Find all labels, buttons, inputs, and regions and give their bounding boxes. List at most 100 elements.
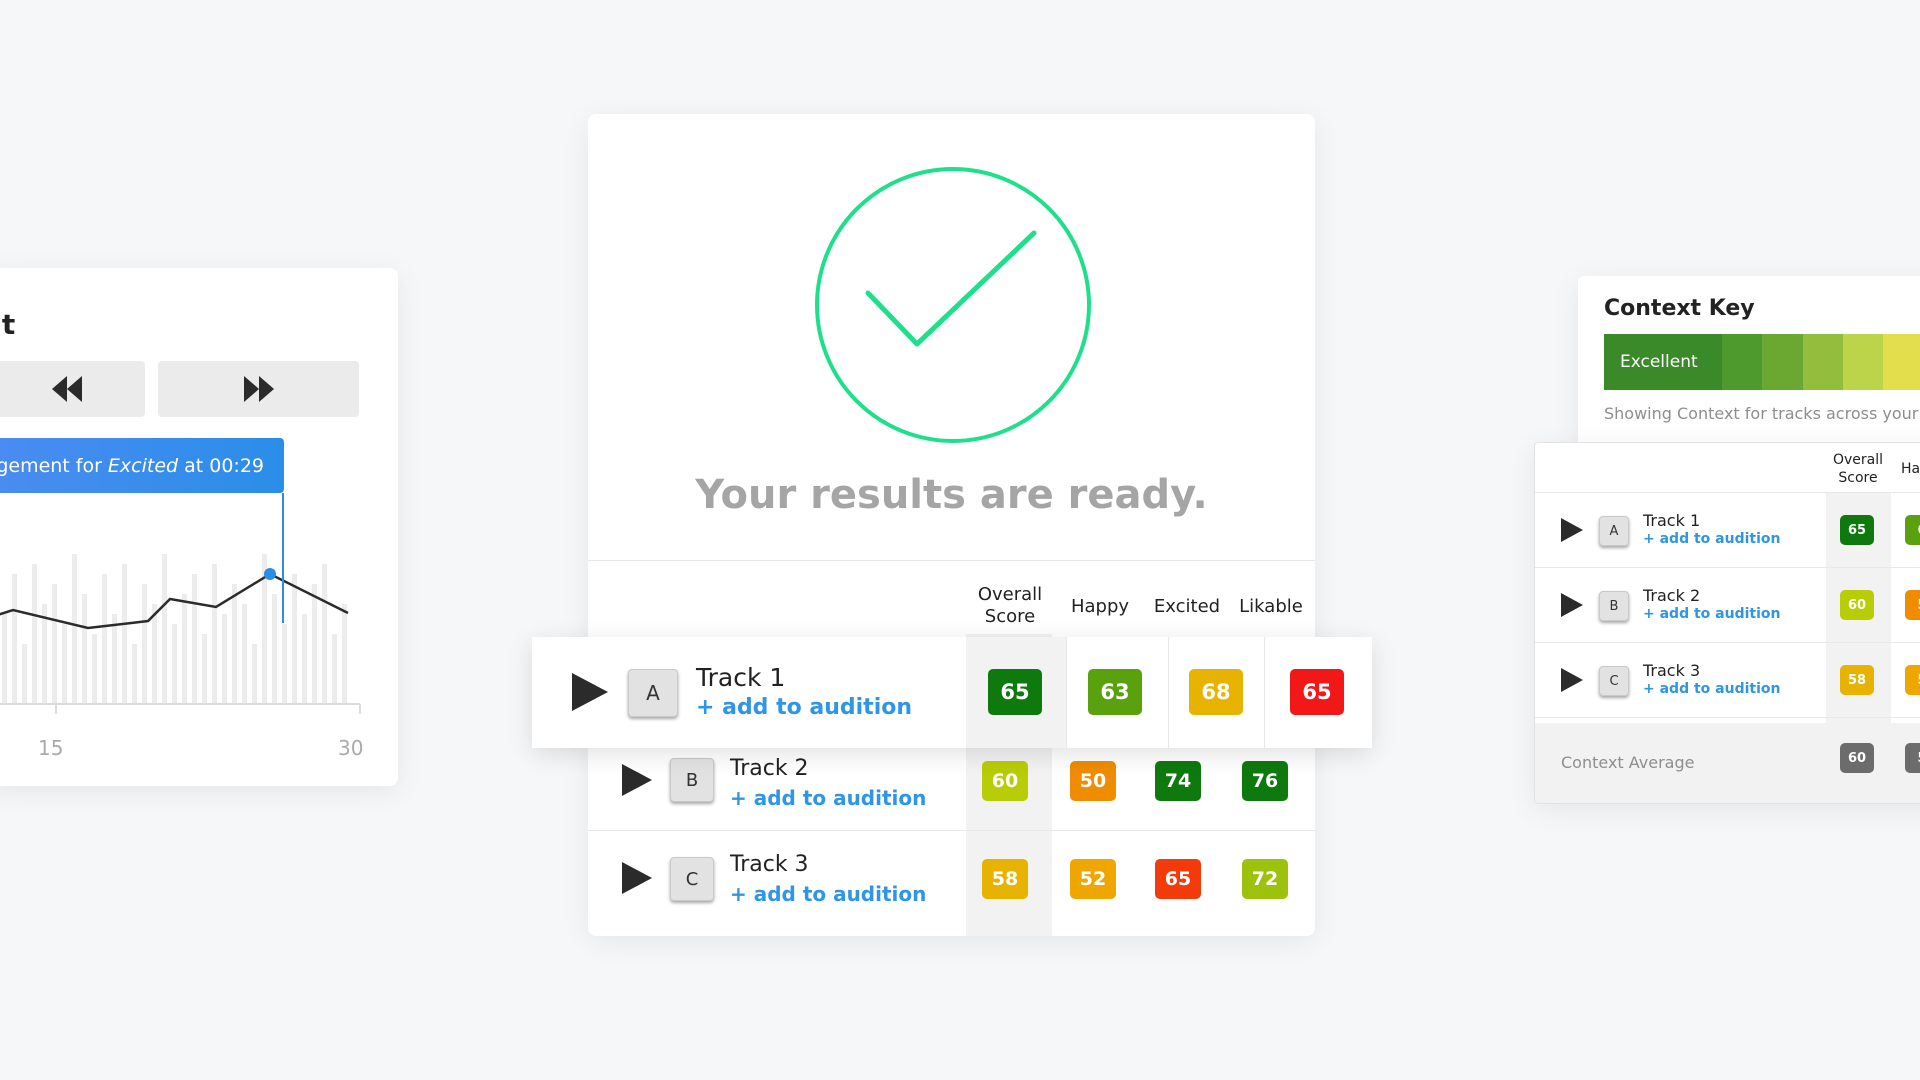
score-badge: 6 (1905, 515, 1920, 545)
engagement-title: nt (0, 308, 16, 341)
waveform-bar (172, 624, 177, 704)
column-separator (1168, 637, 1169, 748)
waveform-bar (22, 644, 27, 704)
rewind-button[interactable] (0, 361, 145, 417)
x-tick-label: 15 (38, 736, 64, 760)
x-tick-label: 30 (338, 736, 364, 760)
add-to-audition-link[interactable]: + add to audition (696, 695, 912, 720)
add-to-audition-link[interactable]: + add to audition (1643, 606, 1780, 622)
waveform-bar (12, 574, 17, 704)
play-icon[interactable] (622, 862, 652, 894)
track-name: Track 2 (730, 756, 809, 781)
track-name: Track 3 (730, 852, 809, 877)
score-badge: 65 (988, 669, 1042, 715)
context-table-card: Overall Score Ha Context Average A Track … (1534, 442, 1920, 804)
column-header-overall: Overall Score (977, 584, 1043, 627)
score-badge: 68 (1189, 669, 1243, 715)
waveform-bar (132, 644, 137, 704)
divider (588, 560, 1315, 561)
waveform-bar (82, 594, 87, 704)
add-to-audition-link[interactable]: + add to audition (730, 786, 926, 810)
add-to-audition-link[interactable]: + add to audition (1643, 681, 1780, 697)
score-badge: 60 (1840, 743, 1874, 773)
tooltip-suffix: at 00:29 (184, 454, 264, 477)
score-badge: 58 (1840, 665, 1874, 695)
track-name: Track 3 (1643, 661, 1701, 680)
score-badge: 74 (1155, 761, 1201, 801)
track-letter-badge: A (1599, 516, 1629, 546)
score-badge: 50 (1070, 761, 1116, 801)
score-badge: 76 (1242, 761, 1288, 801)
track-name: Track 2 (1643, 586, 1701, 605)
waveform-bar (302, 614, 307, 704)
context-caption: Showing Context for tracks across your c… (1604, 404, 1920, 423)
tooltip-emotion: Excited (107, 454, 179, 477)
waveform-bar (202, 634, 207, 704)
waveform-bar (122, 564, 127, 704)
scale-segment (1802, 334, 1843, 390)
waveform-bar (62, 624, 67, 704)
engagement-point (264, 568, 276, 580)
waveform-bar (232, 584, 237, 704)
track-name: Track 1 (696, 663, 786, 692)
score-badge: 72 (1242, 859, 1288, 899)
track-letter-badge: B (1599, 591, 1629, 621)
score-badge: 58 (982, 859, 1028, 899)
column-separator (1264, 637, 1265, 748)
waveform-bar (102, 574, 107, 704)
waveform-bar (342, 604, 347, 704)
waveform-bar (72, 554, 77, 704)
score-badge: 5 (1905, 743, 1920, 773)
waveform-bar (2, 614, 7, 704)
results-title: Your results are ready. (695, 472, 1208, 518)
column-header-happy: Happy (1070, 596, 1130, 617)
column-separator (1066, 637, 1067, 748)
context-key-card: Context Key Excellent Showing Context fo… (1578, 276, 1920, 456)
scale-segment (1722, 334, 1763, 390)
waveform-bar (272, 594, 277, 704)
row-divider (1535, 567, 1920, 568)
waveform-bar (292, 574, 297, 704)
waveform-bar (322, 564, 327, 704)
play-icon[interactable] (1561, 593, 1583, 617)
waveform-bar (312, 584, 317, 704)
engagement-panel: nt gagement for Excited at 00:29 15 30 (0, 268, 398, 786)
add-to-audition-link[interactable]: + add to audition (1643, 531, 1780, 547)
waveform-bar (212, 564, 217, 704)
waveform-bar (332, 634, 337, 704)
score-badge: 5 (1905, 590, 1920, 620)
column-header-likable: Likable (1239, 596, 1303, 617)
context-average-label: Context Average (1561, 753, 1695, 772)
waveform-bar (192, 574, 197, 704)
waveform-bar (252, 644, 257, 704)
track-letter-badge: C (1599, 666, 1629, 696)
waveform-bar (182, 594, 187, 704)
column-header-overall: Overall Score (1832, 452, 1884, 486)
play-icon[interactable] (572, 673, 608, 711)
track-letter-badge: C (670, 857, 714, 901)
track-letter-badge: A (628, 669, 678, 717)
score-badge: 65 (1155, 859, 1201, 899)
column-header-happy: Ha (1901, 461, 1920, 477)
rewind-icon (51, 376, 82, 402)
play-icon[interactable] (1561, 518, 1583, 542)
context-key-title: Context Key (1604, 296, 1755, 321)
waveform-bar (142, 584, 147, 704)
play-icon[interactable] (622, 764, 652, 796)
waveform-bar (282, 624, 287, 704)
play-icon[interactable] (1561, 668, 1583, 692)
score-badge: 63 (1088, 669, 1142, 715)
add-to-audition-link[interactable]: + add to audition (730, 882, 926, 906)
row-divider (1535, 642, 1920, 643)
score-badge: 52 (1070, 859, 1116, 899)
check-circle-icon (815, 167, 1091, 443)
fast-forward-button[interactable] (158, 361, 359, 417)
waveform-bar (112, 614, 117, 704)
score-badge: 60 (982, 761, 1028, 801)
waveform-bars (2, 554, 347, 704)
waveform-bar (52, 584, 57, 704)
score-badge: 65 (1290, 669, 1344, 715)
waveform-bar (222, 614, 227, 704)
tooltip-pointer-line (282, 493, 284, 623)
tooltip-prefix: gagement for (0, 454, 102, 477)
